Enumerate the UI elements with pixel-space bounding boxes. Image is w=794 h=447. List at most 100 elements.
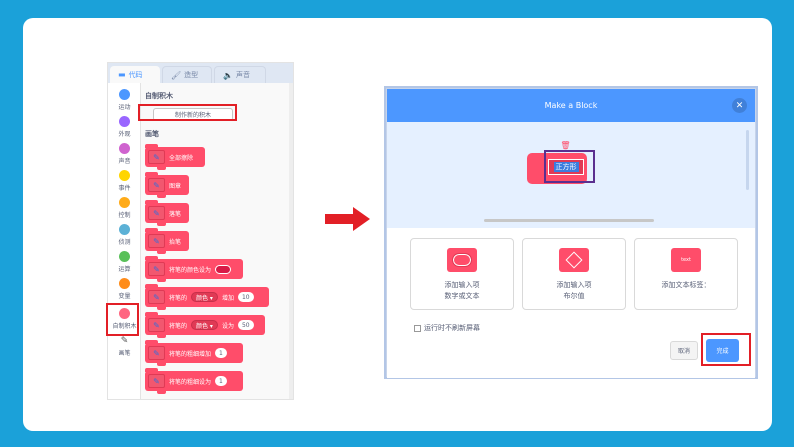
pen-icon: ✎ bbox=[120, 336, 129, 346]
run-without-refresh-row[interactable]: 运行时不刷新屏幕 bbox=[414, 323, 480, 333]
block-text: 增加 bbox=[221, 294, 234, 302]
block-text: 全部擦除 bbox=[169, 154, 194, 162]
tab-sound[interactable]: 🔈 声音 bbox=[214, 66, 266, 83]
pen-block-pen-down[interactable]: ✎ 落笔 bbox=[145, 200, 189, 226]
run-without-refresh-checkbox[interactable] bbox=[414, 324, 421, 332]
highlight-block-name bbox=[544, 150, 595, 183]
option-label: 添加输入项 布尔值 bbox=[557, 280, 592, 302]
variables-dot-icon bbox=[119, 278, 130, 289]
category-sidebar: 运动 外观 声音 事件 控制 侦测 运算 变量 自制积木 ✎ 画笔 bbox=[108, 83, 141, 399]
preview-scrollbar[interactable] bbox=[746, 130, 749, 190]
right-arrow-icon bbox=[325, 207, 370, 231]
highlight-done-button bbox=[701, 333, 751, 366]
pen-block-set-color[interactable]: ✎ 将笔的颜色设为 bbox=[145, 256, 243, 282]
tab-sound-label: 声音 bbox=[235, 71, 250, 79]
category-label: 变量 bbox=[118, 293, 131, 300]
param-dropdown[interactable]: 颜色 ▾ bbox=[191, 292, 218, 302]
category-pen[interactable]: ✎ 画笔 bbox=[108, 335, 141, 362]
option-line2: 数字或文本 bbox=[444, 292, 480, 300]
add-input-boolean-option[interactable]: 添加输入项 布尔值 bbox=[522, 238, 626, 310]
trash-icon[interactable]: 🗑 bbox=[560, 141, 570, 150]
control-dot-icon bbox=[119, 197, 130, 208]
block-text: 落笔 bbox=[169, 210, 182, 218]
value-input[interactable]: 1 bbox=[215, 376, 227, 386]
option-line1: 添加输入项 bbox=[444, 281, 480, 289]
block-text: 将笔的颜色设为 bbox=[169, 266, 212, 274]
block-text: 将笔的粗细增加 bbox=[169, 350, 212, 358]
category-label: 侦测 bbox=[118, 239, 131, 246]
dialog-title: Make a Block bbox=[544, 101, 598, 110]
block-text: 图章 bbox=[169, 182, 182, 190]
looks-dot-icon bbox=[119, 116, 130, 127]
category-control[interactable]: 控制 bbox=[108, 195, 141, 222]
option-line2: 布尔值 bbox=[563, 292, 585, 300]
pen-icon: ✎ bbox=[148, 290, 165, 304]
pen-block-pen-up[interactable]: ✎ 抬笔 bbox=[145, 228, 189, 254]
sensing-dot-icon bbox=[119, 224, 130, 235]
boolean-input-icon bbox=[559, 248, 589, 272]
value-input[interactable]: 10 bbox=[237, 292, 254, 302]
pen-block-change-param[interactable]: ✎ 将笔的 颜色 ▾ 增加 10 bbox=[145, 284, 269, 310]
text-label-icon: text bbox=[671, 248, 701, 272]
block-text: 将笔的粗细设为 bbox=[169, 378, 212, 386]
category-label: 运算 bbox=[118, 266, 131, 273]
cancel-button[interactable]: 取消 bbox=[670, 341, 698, 360]
highlight-my-blocks-category bbox=[106, 303, 139, 336]
pen-icon: ✎ bbox=[148, 234, 165, 248]
category-events[interactable]: 事件 bbox=[108, 168, 141, 195]
palette-scrollbar[interactable] bbox=[289, 83, 293, 399]
pen-block-set-param[interactable]: ✎ 将笔的 颜色 ▾ 设为 50 bbox=[145, 312, 265, 338]
category-motion[interactable]: 运动 bbox=[108, 87, 141, 114]
dialog-options: 添加输入项 数字或文本 添加输入项 布尔值 text 添加文本标签： 运行时不刷… bbox=[387, 228, 755, 378]
motion-dot-icon bbox=[119, 89, 130, 100]
value-input[interactable]: 1 bbox=[215, 348, 227, 358]
category-label: 声音 bbox=[118, 158, 131, 165]
horizontal-scrollbar[interactable] bbox=[484, 219, 654, 222]
pen-block-clear[interactable]: ✎ 全部擦除 bbox=[145, 144, 205, 170]
pen-block-stamp[interactable]: ✎ 图章 bbox=[145, 172, 189, 198]
tab-costume[interactable]: 🖌 造型 bbox=[162, 66, 212, 83]
category-sensing[interactable]: 侦测 bbox=[108, 222, 141, 249]
number-text-input-icon bbox=[447, 248, 477, 272]
category-label: 运动 bbox=[118, 104, 131, 111]
param-dropdown[interactable]: 颜色 ▾ bbox=[191, 320, 218, 330]
category-label: 外观 bbox=[118, 131, 131, 138]
category-label: 事件 bbox=[118, 185, 131, 192]
category-label: 控制 bbox=[118, 212, 131, 219]
code-icon: ▬ bbox=[118, 70, 126, 79]
option-label: 添加文本标签： bbox=[662, 280, 711, 291]
close-icon[interactable]: ✕ bbox=[732, 98, 747, 113]
editor-tabs: ▬ 代码 🖌 造型 🔈 声音 bbox=[108, 63, 293, 83]
events-dot-icon bbox=[119, 170, 130, 181]
block-text: 将笔的 bbox=[169, 322, 188, 330]
pen-block-change-size[interactable]: ✎ 将笔的粗细增加 1 bbox=[145, 340, 243, 366]
block-text: 抬笔 bbox=[169, 238, 182, 246]
category-label: 画笔 bbox=[118, 350, 131, 357]
tab-costume-label: 造型 bbox=[184, 71, 199, 79]
pen-icon: ✎ bbox=[148, 346, 165, 360]
pen-icon: ✎ bbox=[148, 150, 165, 164]
text-chip: text bbox=[681, 257, 691, 263]
category-variables[interactable]: 变量 bbox=[108, 276, 141, 303]
option-line1: 添加输入项 bbox=[556, 281, 592, 289]
category-sound[interactable]: 声音 bbox=[108, 141, 141, 168]
run-without-refresh-label: 运行时不刷新屏幕 bbox=[424, 324, 480, 332]
option-line1: 添加文本标签： bbox=[661, 281, 711, 289]
pen-icon: ✎ bbox=[148, 206, 165, 220]
add-input-number-text-option[interactable]: 添加输入项 数字或文本 bbox=[410, 238, 514, 310]
my-blocks-heading: 自制积木 bbox=[145, 92, 173, 100]
tab-code[interactable]: ▬ 代码 bbox=[110, 66, 160, 83]
value-input[interactable]: 50 bbox=[237, 320, 254, 330]
option-label: 添加输入项 数字或文本 bbox=[445, 280, 480, 302]
blocks-area: 自制积木 制作新的积木 画笔 ✎ 全部擦除 ✎ 图章 ✎ 落笔 ✎ 抬笔 ✎ 将… bbox=[142, 83, 293, 399]
category-operators[interactable]: 运算 bbox=[108, 249, 141, 276]
category-looks[interactable]: 外观 bbox=[108, 114, 141, 141]
color-swatch[interactable] bbox=[215, 264, 232, 274]
pen-heading: 画笔 bbox=[145, 130, 159, 138]
tab-code-label: 代码 bbox=[128, 70, 143, 79]
dialog-header: Make a Block ✕ bbox=[387, 89, 755, 122]
sound-dot-icon bbox=[119, 143, 130, 154]
block-text: 设为 bbox=[221, 322, 234, 330]
add-label-option[interactable]: text 添加文本标签： bbox=[634, 238, 738, 310]
pen-block-set-size[interactable]: ✎ 将笔的粗细设为 1 bbox=[145, 368, 243, 394]
